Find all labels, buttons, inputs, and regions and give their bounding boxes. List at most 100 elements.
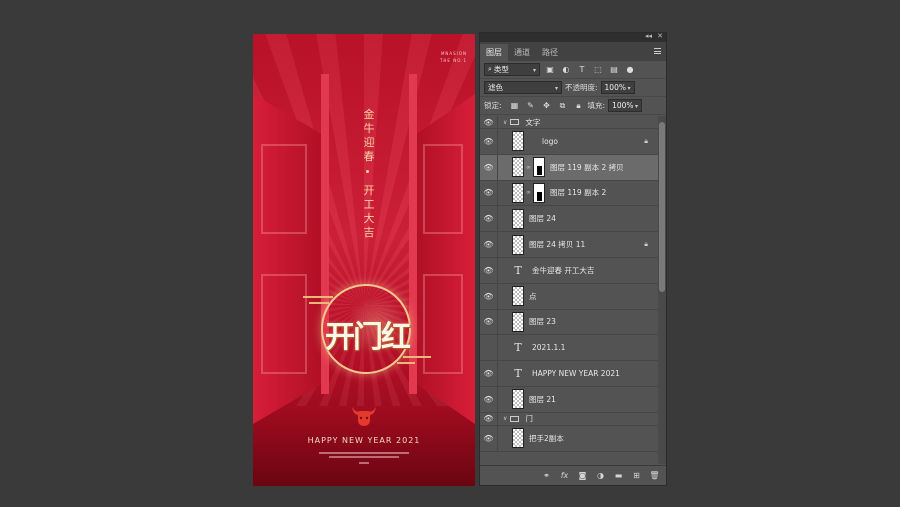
layer-row[interactable]: 👁︎ ∞ 图层 119 副本 2 — [480, 180, 658, 207]
layer-row-selected[interactable]: 👁︎ ∞ 图层 119 副本 2 拷贝 — [480, 154, 658, 181]
fine-print-dash — [359, 462, 369, 464]
close-icon[interactable]: ✕ — [657, 32, 663, 40]
layer-group-text[interactable]: 👁︎ ∨ 文字 — [480, 116, 658, 129]
link-layers-icon[interactable]: ⚭ — [541, 471, 552, 480]
blend-mode-select[interactable]: 滤色 ▾ — [484, 81, 562, 94]
cloud-deco-left — [303, 296, 333, 298]
layer-name: 图层 24 — [529, 214, 556, 224]
adjustment-layer-icon[interactable]: ◑ — [595, 471, 606, 480]
text-layer-icon: T — [514, 341, 522, 355]
layer-mask-thumbnail[interactable] — [533, 157, 545, 178]
fill-value: 100% — [612, 101, 634, 110]
lock-transparency-icon[interactable]: ▦ — [509, 100, 521, 112]
brand-mark: MNASION THE NO.1 — [440, 50, 467, 64]
new-layer-icon[interactable]: ⊞ — [631, 471, 642, 480]
vertical-slogan-1: 金牛迎春 — [363, 108, 375, 163]
layer-thumbnail — [512, 157, 524, 178]
new-group-icon[interactable]: ▬ — [613, 471, 624, 480]
lock-position-icon[interactable]: ✥ — [541, 100, 553, 112]
layer-thumbnail — [512, 311, 524, 332]
visibility-eye-icon[interactable]: 👁︎ — [480, 283, 498, 309]
pixel-filter-icon[interactable]: ▣ — [544, 64, 556, 76]
layer-row[interactable]: 👁︎ T 金牛迎春 开工大吉 — [480, 257, 658, 284]
tab-layers[interactable]: 图层 — [480, 44, 508, 61]
fill-label: 填充: — [587, 101, 606, 110]
visibility-eye-icon[interactable]: 👁︎ — [480, 129, 498, 154]
chevron-down-icon[interactable]: ∨ — [503, 119, 507, 126]
visibility-eye-icon[interactable]: 👁︎ — [480, 232, 498, 257]
folder-icon — [510, 119, 520, 125]
layer-name: 图层 119 副本 2 — [550, 188, 607, 198]
panel-menu-icon[interactable] — [654, 48, 661, 54]
visibility-eye-icon[interactable]: 👁︎ — [480, 361, 498, 386]
visibility-eye-icon[interactable]: 👁︎ — [480, 412, 498, 425]
slogan-dot — [366, 170, 369, 173]
layer-row[interactable]: 👁︎ T HAPPY NEW YEAR 2021 — [480, 361, 658, 387]
layer-row[interactable]: 👁︎ T 2021.1.1 — [480, 335, 658, 362]
poster-canvas: MNASION THE NO.1 金牛迎春 开工大吉 开门红 HAPPY NEW… — [253, 34, 475, 486]
filter-kind-select[interactable]: ⌕ 类型 ▾ — [484, 63, 540, 76]
layer-name: 文字 — [525, 117, 541, 127]
chevron-down-icon[interactable]: ∨ — [503, 415, 507, 422]
lock-icon: 🔒︎ — [644, 136, 648, 145]
blend-row: 滤色 ▾ 不透明度: 100% ▾ — [480, 79, 666, 97]
layer-name: 图层 23 — [529, 317, 556, 327]
layers-panel: ◂◂ ✕ 图层 通道 路径 ⌕ 类型 ▾ ▣ ◐ T ⬚ ▤ ● 滤色 ▾ 不透… — [479, 32, 667, 486]
layer-group-door[interactable]: 👁︎ ∨ 门 — [480, 412, 658, 426]
cloud-deco-right-2 — [397, 362, 415, 364]
type-filter-icon[interactable]: T — [576, 64, 588, 76]
panel-titlebar: ◂◂ ✕ — [480, 32, 666, 42]
layer-row[interactable]: 👁︎ 点 — [480, 283, 658, 310]
text-layer-icon: T — [514, 263, 522, 277]
blend-mode-value: 滤色 — [488, 83, 503, 92]
adjustment-filter-icon[interactable]: ◐ — [560, 64, 572, 76]
scrollbar-thumb[interactable] — [659, 122, 665, 292]
layer-name: 图层 119 副本 2 拷贝 — [550, 162, 624, 172]
layer-thumbnail — [512, 131, 524, 152]
visibility-eye-icon[interactable]: 👁︎ — [480, 425, 498, 451]
text-layer-icon: T — [514, 367, 522, 381]
lock-artboard-icon[interactable]: ⧉ — [557, 100, 569, 112]
visibility-toggle[interactable]: 👁︎ — [480, 335, 498, 361]
add-mask-icon[interactable]: ◙ — [577, 471, 588, 480]
brand-line-1: MNASION — [440, 51, 467, 56]
visibility-eye-icon[interactable]: 👁︎ — [480, 180, 498, 206]
trash-icon[interactable]: 🗑︎ — [649, 471, 660, 480]
layer-thumbnail — [512, 286, 524, 307]
fill-field[interactable]: 100% ▾ — [608, 99, 643, 112]
lock-all-icon[interactable]: 🔒︎ — [573, 100, 585, 112]
tab-channels[interactable]: 通道 — [508, 44, 536, 61]
opacity-field[interactable]: 100% ▾ — [600, 81, 635, 94]
layer-thumbnail — [512, 234, 524, 255]
layer-row[interactable]: 👁︎ 图层 24 — [480, 206, 658, 233]
layer-row[interactable]: 👁︎ 图层 24 拷贝 11 🔒︎ — [480, 232, 658, 258]
right-door — [417, 94, 475, 424]
filter-toggle-icon[interactable]: ● — [624, 64, 636, 76]
collapse-icon[interactable]: ◂◂ — [645, 32, 652, 40]
layer-row[interactable]: 👁︎ 图层 23 — [480, 309, 658, 336]
layers-scrollbar[interactable] — [658, 116, 666, 464]
visibility-eye-icon[interactable]: 👁︎ — [480, 154, 498, 180]
layer-row[interactable]: 👁︎ 图层 21 — [480, 386, 658, 413]
opacity-value: 100% — [604, 83, 626, 92]
lock-label: 锁定: — [484, 101, 502, 110]
layer-row[interactable]: 👁︎ logo 🔒︎ — [480, 129, 658, 155]
visibility-eye-icon[interactable]: 👁︎ — [480, 386, 498, 412]
visibility-eye-icon[interactable]: 👁︎ — [480, 309, 498, 335]
fine-print-line-1 — [319, 452, 409, 454]
layer-name: logo — [542, 136, 559, 146]
lock-pixels-icon[interactable]: ✎ — [525, 100, 537, 112]
layer-thumbnail — [512, 182, 524, 203]
fx-icon[interactable]: fx — [559, 471, 570, 480]
layer-mask-thumbnail[interactable] — [533, 182, 545, 203]
visibility-eye-icon[interactable]: 👁︎ — [480, 257, 498, 283]
layer-name: 图层 21 — [529, 394, 556, 404]
layer-name: 图层 24 拷贝 11 — [529, 240, 586, 250]
layer-row[interactable]: 👁︎ 把手2副本 — [480, 425, 658, 452]
visibility-eye-icon[interactable]: 👁︎ — [480, 206, 498, 232]
opacity-label: 不透明度: — [565, 83, 598, 92]
shape-filter-icon[interactable]: ⬚ — [592, 64, 604, 76]
smart-object-filter-icon[interactable]: ▤ — [608, 64, 620, 76]
visibility-eye-icon[interactable]: 👁︎ — [480, 116, 498, 128]
tab-paths[interactable]: 路径 — [536, 44, 564, 61]
